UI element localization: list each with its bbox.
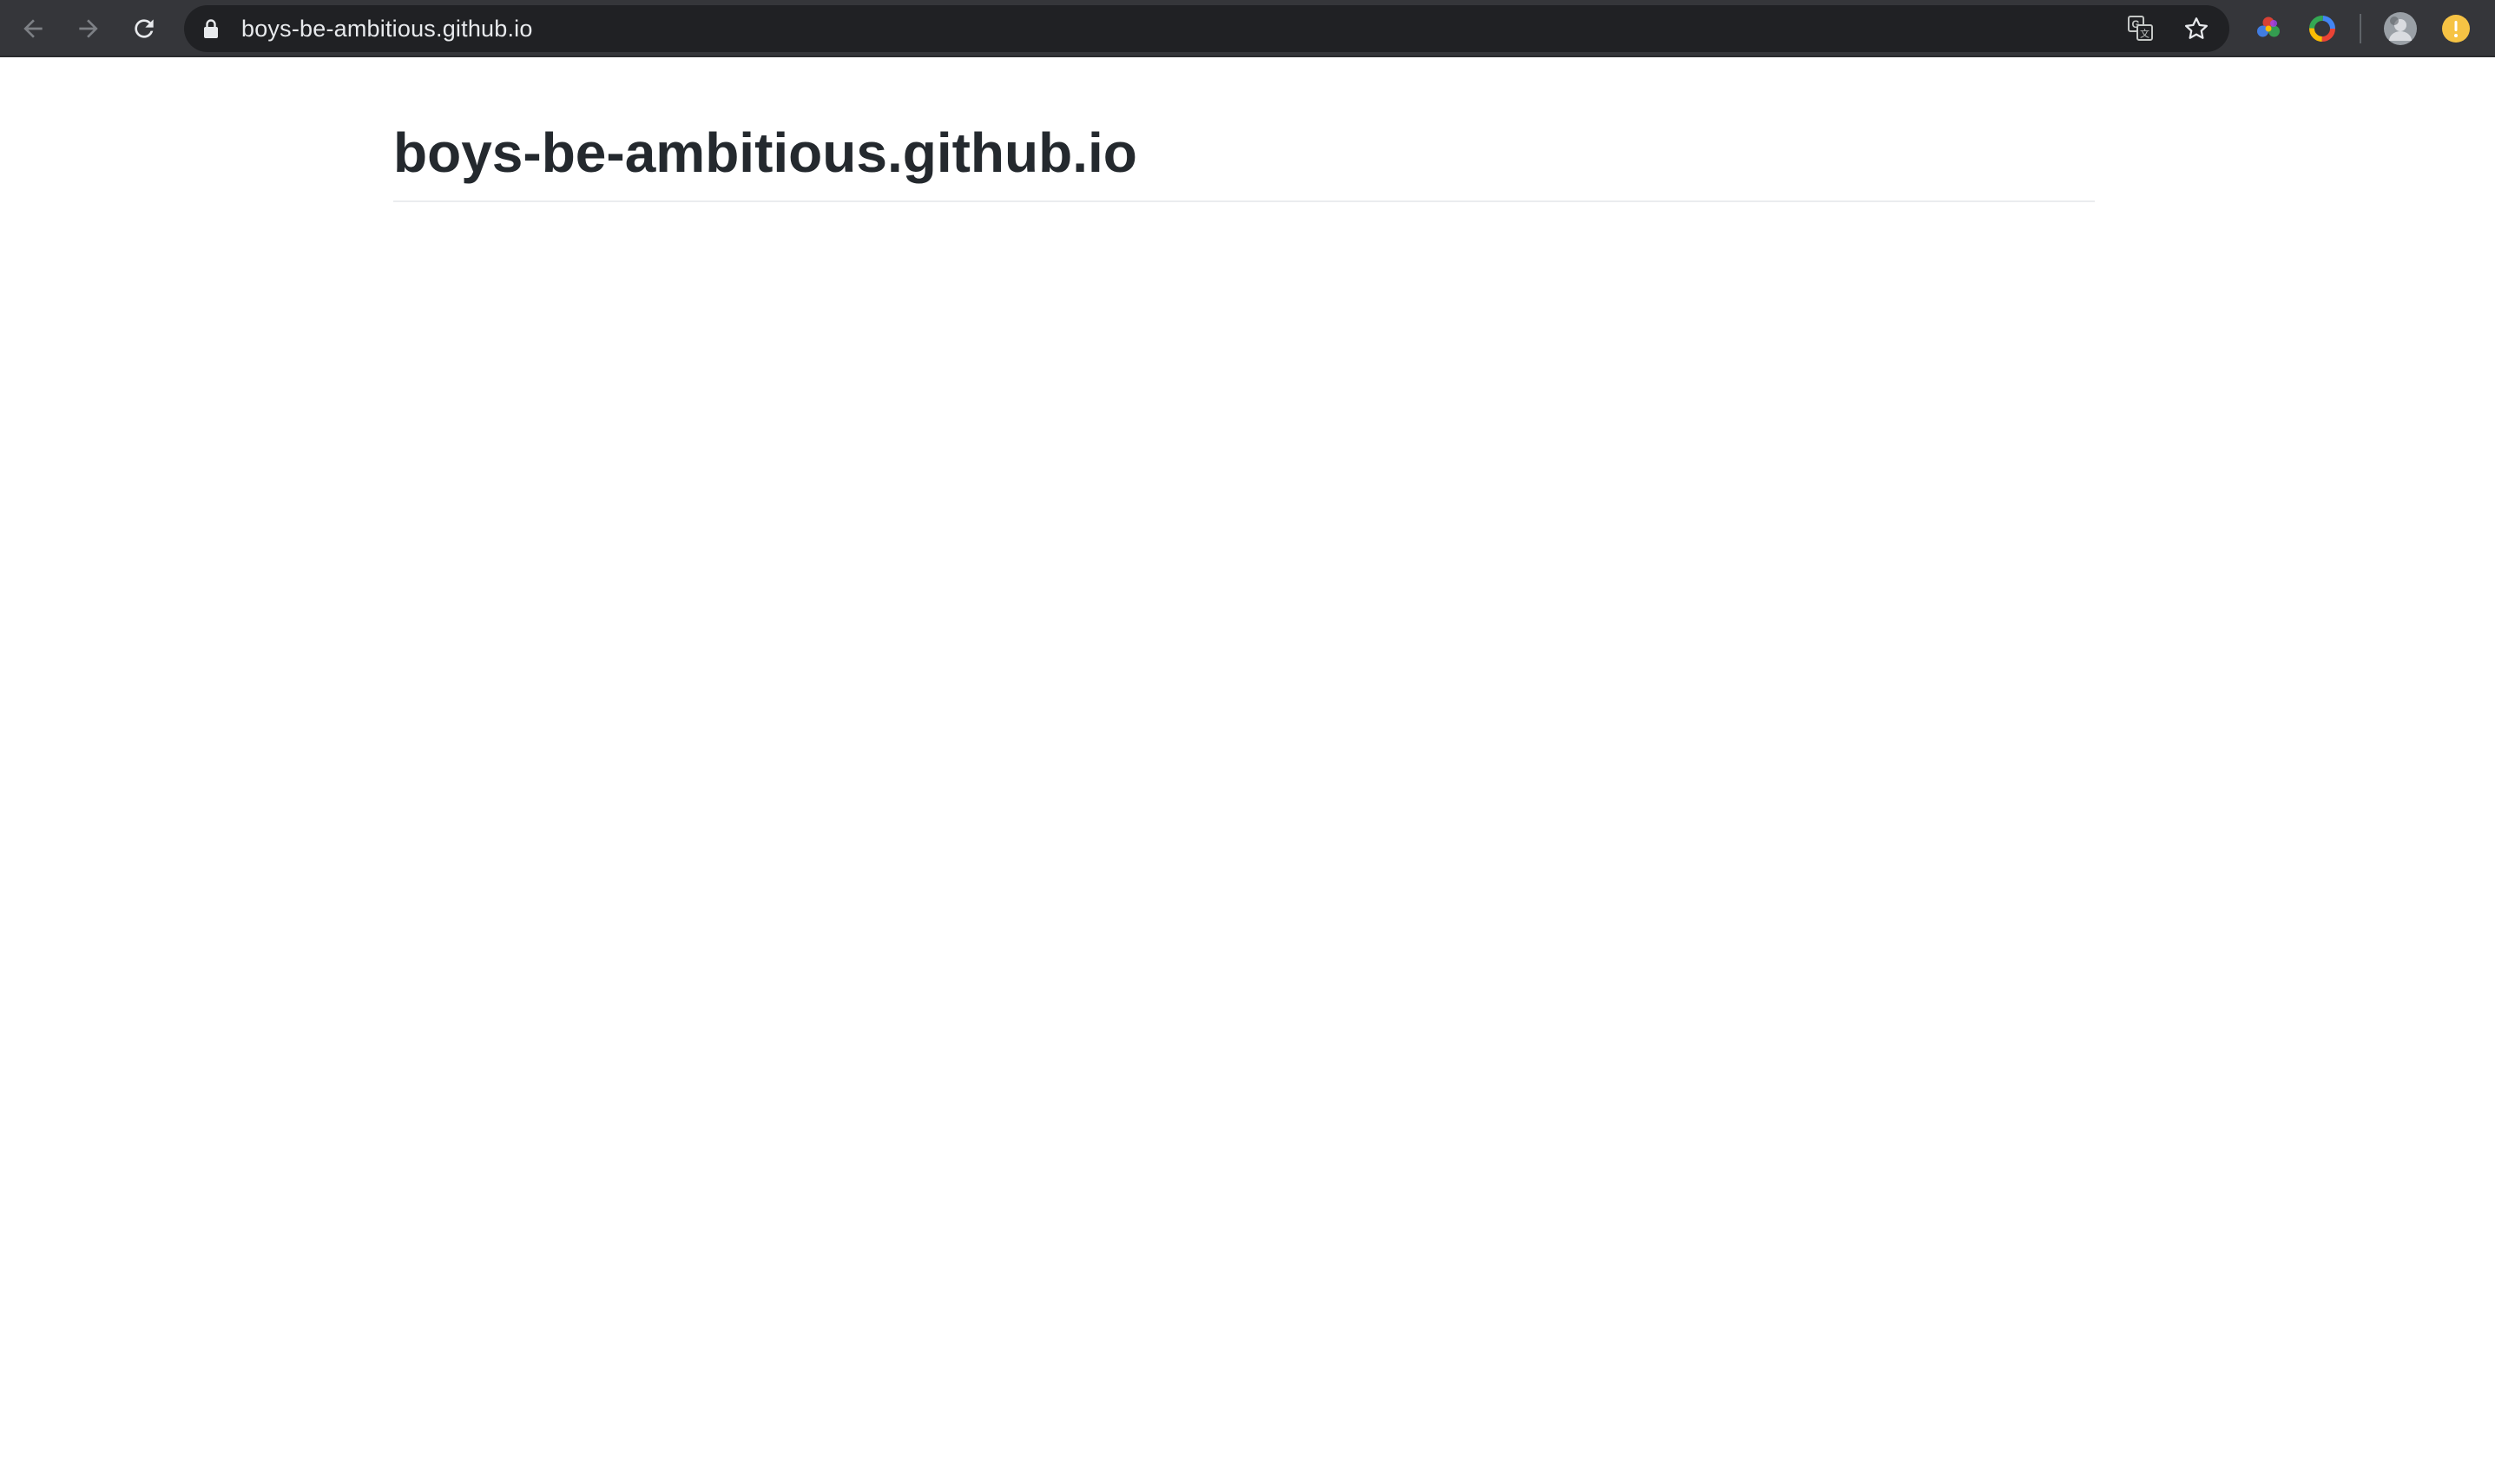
reload-button[interactable]: [123, 8, 165, 49]
page-title: boys-be-ambitious.github.io: [393, 121, 1137, 184]
translate-icon[interactable]: G 文: [2125, 13, 2156, 44]
svg-text:文: 文: [2140, 28, 2149, 40]
address-bar[interactable]: boys-be-ambitious.github.io G 文: [184, 5, 2229, 52]
update-available-icon[interactable]: [2439, 12, 2472, 45]
title-divider: [393, 200, 2095, 202]
star-icon[interactable]: [2181, 13, 2212, 44]
arrow-right-icon: [79, 19, 98, 38]
url-text[interactable]: boys-be-ambitious.github.io: [241, 5, 533, 52]
forward-button[interactable]: [68, 8, 109, 49]
browser-toolbar: boys-be-ambitious.github.io G 文: [0, 0, 2495, 57]
lock-icon[interactable]: [203, 18, 219, 43]
arrow-left-icon: [23, 19, 43, 38]
toolbar-divider: [2360, 14, 2361, 43]
color-ring-extension-icon[interactable]: [2306, 12, 2339, 45]
reload-icon: [135, 19, 154, 38]
color-wheel-extension-icon[interactable]: [2252, 12, 2285, 45]
profile-avatar-icon[interactable]: [2384, 12, 2417, 45]
back-button[interactable]: [12, 8, 54, 49]
page-content: boys-be-ambitious.github.io: [0, 57, 2495, 1484]
